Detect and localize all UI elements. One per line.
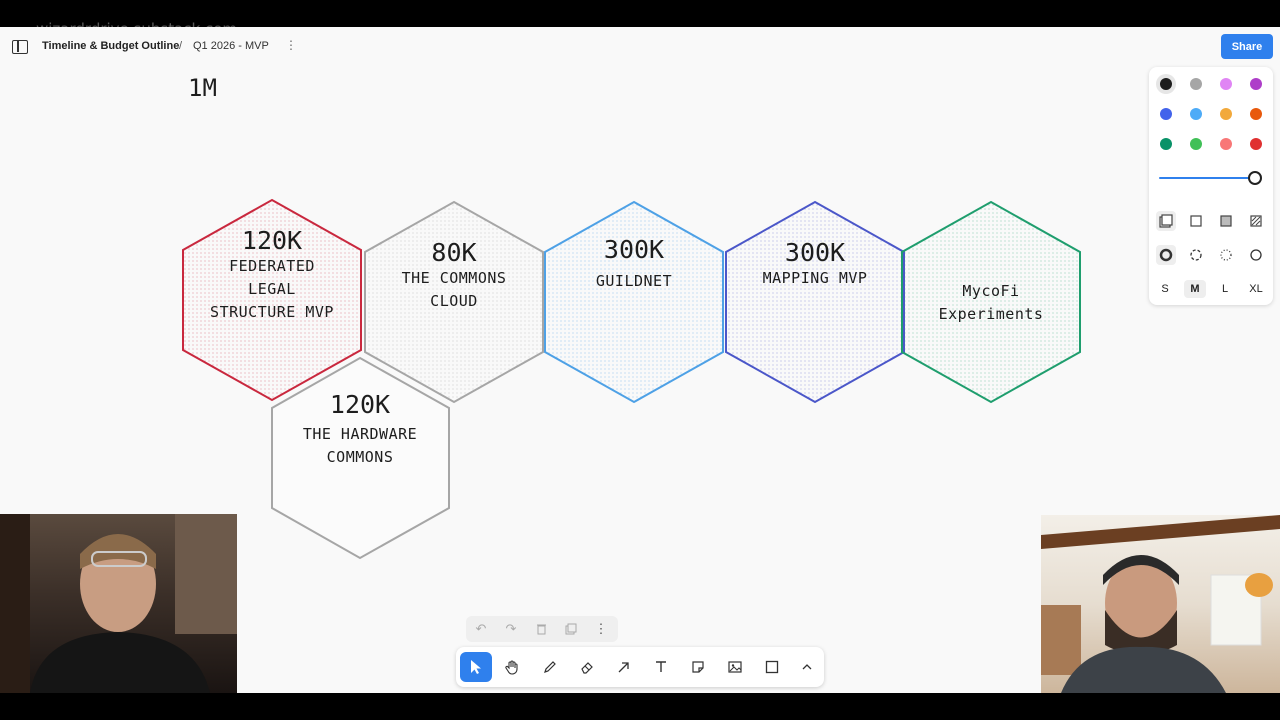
hexagon-amount: 300K: [603, 235, 665, 264]
color-swatch[interactable]: [1190, 108, 1202, 120]
duplicate-icon[interactable]: [562, 620, 580, 638]
hexagon-commons-cloud-text[interactable]: 80K THE COMMONS CLOUD: [374, 238, 534, 313]
arrow-icon[interactable]: [608, 652, 640, 682]
participant-video-right: [1041, 515, 1280, 693]
image-icon[interactable]: [719, 652, 751, 682]
color-swatch[interactable]: [1250, 78, 1262, 90]
hexagon-guildnet-text[interactable]: 300K GUILDNET: [554, 235, 714, 293]
chevron-up-icon[interactable]: [791, 652, 823, 682]
color-swatch[interactable]: [1250, 108, 1262, 120]
color-swatch[interactable]: [1160, 78, 1172, 90]
hexagon-label-line: MycoFi: [962, 282, 1020, 300]
hexagon-label-line: THE HARDWARE: [302, 425, 418, 443]
fill-semi-icon[interactable]: [1186, 211, 1206, 231]
hexagon-amount: 120K: [241, 226, 303, 255]
dash-draw-icon[interactable]: [1156, 245, 1176, 265]
size-option-m[interactable]: M: [1184, 280, 1206, 298]
hexagon-amount: 120K: [329, 390, 391, 419]
hexagon-label-line: THE COMMONS: [401, 269, 507, 287]
hexagon-label-line: CLOUD: [430, 292, 478, 310]
size-option-s[interactable]: S: [1154, 280, 1176, 298]
hexagon-label-line: COMMONS: [326, 448, 394, 466]
fill-none-icon[interactable]: [1156, 211, 1176, 231]
fill-pattern-icon[interactable]: [1246, 211, 1266, 231]
hexagon-label-line: FEDERATED: [229, 257, 315, 275]
style-panel: [1149, 67, 1273, 305]
color-swatch[interactable]: [1190, 138, 1202, 150]
hexagon-label-line: Experiments: [938, 305, 1044, 323]
hexagon-label-line: STRUCTURE MVP: [210, 303, 334, 321]
undo-icon[interactable]: ↶: [472, 620, 490, 638]
note-icon[interactable]: [682, 652, 714, 682]
bottom-black-bar: [0, 693, 1280, 720]
color-swatch[interactable]: [1250, 138, 1262, 150]
color-swatch[interactable]: [1160, 138, 1172, 150]
hexagon-label-line: MAPPING MVP: [762, 269, 868, 287]
size-option-l[interactable]: L: [1214, 280, 1236, 298]
color-swatch[interactable]: [1220, 108, 1232, 120]
size-option-xl[interactable]: XL: [1245, 280, 1267, 298]
opacity-slider-thumb[interactable]: [1248, 171, 1262, 185]
participant-video-left: [0, 514, 237, 693]
color-swatch[interactable]: [1160, 108, 1172, 120]
hexagon-label-line: GUILDNET: [595, 272, 673, 290]
hexagon-label-line: LEGAL: [248, 280, 296, 298]
select-icon[interactable]: [460, 652, 492, 682]
hexagon-hardware-text[interactable]: 120K THE HARDWARE COMMONS: [280, 390, 440, 469]
hand-icon[interactable]: [497, 652, 529, 682]
fill-solid-icon[interactable]: [1216, 211, 1236, 231]
draw-icon[interactable]: [534, 652, 566, 682]
hexagon-amount: 80K: [431, 238, 477, 267]
trash-icon[interactable]: [532, 620, 550, 638]
hexagon-mapping-mvp: [725, 200, 905, 404]
opacity-slider-track[interactable]: [1159, 177, 1255, 179]
more-vertical-icon[interactable]: ⋮: [592, 620, 610, 638]
color-swatch[interactable]: [1190, 78, 1202, 90]
hexagon-federated-text[interactable]: 120K FEDERATED LEGAL STRUCTURE MVP: [192, 226, 352, 324]
hexagon-guildnet: [544, 200, 724, 404]
dash-dashed-icon[interactable]: [1186, 245, 1206, 265]
eraser-icon[interactable]: [571, 652, 603, 682]
rectangle-icon[interactable]: [756, 652, 788, 682]
hexagon-mapping-text[interactable]: 300K MAPPING MVP: [735, 238, 895, 290]
color-swatch[interactable]: [1220, 138, 1232, 150]
hexagon-amount: 300K: [784, 238, 846, 267]
dash-dotted-icon[interactable]: [1216, 245, 1236, 265]
dash-solid-icon[interactable]: [1246, 245, 1266, 265]
redo-icon[interactable]: ↷: [502, 620, 520, 638]
color-swatch[interactable]: [1220, 78, 1232, 90]
hexagon-mycofi-text[interactable]: MycoFi Experiments: [911, 280, 1071, 326]
text-icon[interactable]: [645, 652, 677, 682]
